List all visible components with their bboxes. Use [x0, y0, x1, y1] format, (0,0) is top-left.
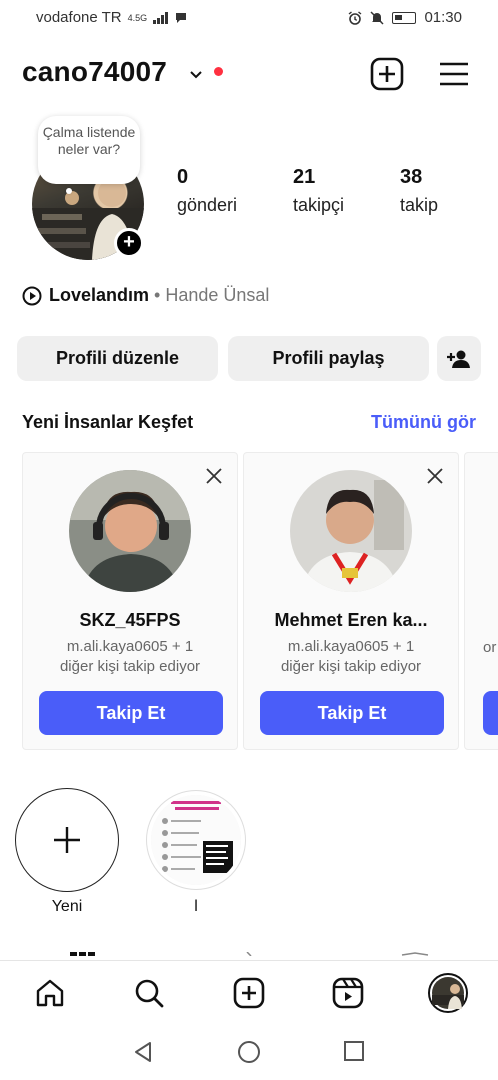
suggestion-card[interactable]: SKZ_45FPS m.ali.kaya0605 + 1 diğer kişi …: [22, 452, 238, 750]
posts-count: 0: [177, 166, 189, 188]
nav-create[interactable]: [231, 975, 267, 1011]
suggestion-name: Mehmet Eren ka...: [274, 610, 428, 630]
reels-icon: [332, 977, 364, 1009]
system-navigation: [0, 1026, 498, 1080]
story-highlight[interactable]: l: [144, 788, 248, 916]
posts-stat[interactable]: 0 gönderi: [177, 166, 237, 216]
status-right: 01:30: [348, 9, 462, 26]
create-button[interactable]: [369, 56, 405, 92]
grid-icon[interactable]: [70, 952, 96, 956]
following-stat[interactable]: 38 takip: [400, 166, 438, 216]
follow-button[interactable]: Takip Et: [39, 691, 223, 735]
suggestion-mutual-partial: or: [483, 639, 497, 656]
chevron-down-icon[interactable]: [188, 67, 204, 83]
suggestion-mutual: m.ali.kaya0605 + 1 diğer kişi takip ediy…: [59, 638, 201, 675]
carrier-label: vodafone TR: [36, 9, 122, 26]
discover-title: Yeni İnsanlar Keşfet: [22, 412, 194, 432]
suggestion-name: SKZ_45FPS: [79, 610, 181, 630]
follow-button[interactable]: Takip Et: [260, 691, 444, 735]
back-icon[interactable]: [132, 1040, 154, 1064]
nav-reels[interactable]: [330, 975, 366, 1011]
discover-people-button[interactable]: [437, 336, 481, 381]
close-icon[interactable]: [205, 467, 223, 485]
follow-button-partial[interactable]: [483, 691, 498, 735]
add-story-button[interactable]: +: [114, 228, 144, 258]
tagged-tab-icon[interactable]: [400, 952, 430, 956]
notification-dot: [214, 67, 223, 76]
suggestion-mutual: m.ali.kaya0605 + 1 diğer kişi takip ediy…: [280, 638, 422, 675]
home-circle-icon[interactable]: [237, 1040, 261, 1064]
signal-icon: [153, 11, 169, 24]
artist-name: Hande Ünsal: [165, 285, 270, 305]
mute-bell-icon: [370, 10, 384, 25]
battery-icon: [392, 11, 417, 24]
following-count: 38: [400, 166, 423, 188]
followers-label: takipçi: [293, 195, 345, 215]
add-person-icon: [447, 350, 470, 368]
posts-label: gönderi: [177, 195, 238, 215]
recents-icon[interactable]: [343, 1040, 365, 1062]
status-bar: vodafone TR 4.5G 01:30: [0, 0, 498, 36]
close-icon[interactable]: [426, 467, 444, 485]
bottom-navigation: [0, 960, 498, 1026]
suggestion-card[interactable]: Mehmet Eren ka... m.ali.kaya0605 + 1 diğ…: [243, 452, 459, 750]
profile-header: cano74007: [22, 52, 482, 96]
alarm-icon: [349, 10, 362, 25]
profile-music[interactable]: Lovelandım • Hande Ünsal: [22, 285, 269, 306]
nav-profile[interactable]: [428, 973, 468, 1013]
highlight-thumbnail: [146, 790, 246, 890]
network-label: 4.5G: [127, 12, 148, 23]
nav-home[interactable]: [32, 975, 68, 1011]
username-switcher[interactable]: cano74007: [22, 56, 167, 88]
new-highlight[interactable]: Yeni: [15, 788, 119, 916]
plus-square-icon: [233, 977, 265, 1009]
share-profile-button[interactable]: Profili paylaş: [228, 336, 429, 381]
clock: 01:30: [424, 9, 462, 26]
nav-search[interactable]: [131, 975, 167, 1011]
menu-button[interactable]: [436, 56, 472, 92]
plus-icon: [54, 827, 80, 853]
suggestion-avatar[interactable]: [290, 470, 412, 592]
chat-bubble-icon: [176, 12, 187, 23]
status-left: vodafone TR 4.5G: [36, 9, 187, 26]
play-circle-icon: [22, 286, 42, 305]
highlight-cover[interactable]: [144, 788, 248, 892]
see-all-link[interactable]: Tümünü gör: [371, 412, 476, 433]
followers-stat[interactable]: 21 takipçi: [293, 166, 344, 216]
search-icon: [135, 979, 164, 1008]
reels-tab-icon[interactable]: [246, 952, 254, 956]
music-separator: •: [154, 285, 161, 305]
edit-profile-button[interactable]: Profili düzenle: [17, 336, 218, 381]
highlight-label: l: [194, 898, 198, 915]
followers-count: 21: [293, 166, 316, 188]
note-bubble-tail: [66, 188, 72, 194]
song-title: Lovelandım: [49, 285, 150, 305]
suggestion-card-partial[interactable]: or: [464, 452, 498, 750]
following-label: takip: [400, 195, 439, 215]
suggestion-avatar[interactable]: [69, 470, 191, 592]
profile-avatar-icon: [428, 973, 468, 1013]
highlight-label: Yeni: [51, 898, 83, 915]
home-icon: [36, 979, 64, 1007]
new-highlight-circle[interactable]: [15, 788, 119, 892]
note-bubble[interactable]: Çalma listende neler var?: [38, 116, 140, 184]
